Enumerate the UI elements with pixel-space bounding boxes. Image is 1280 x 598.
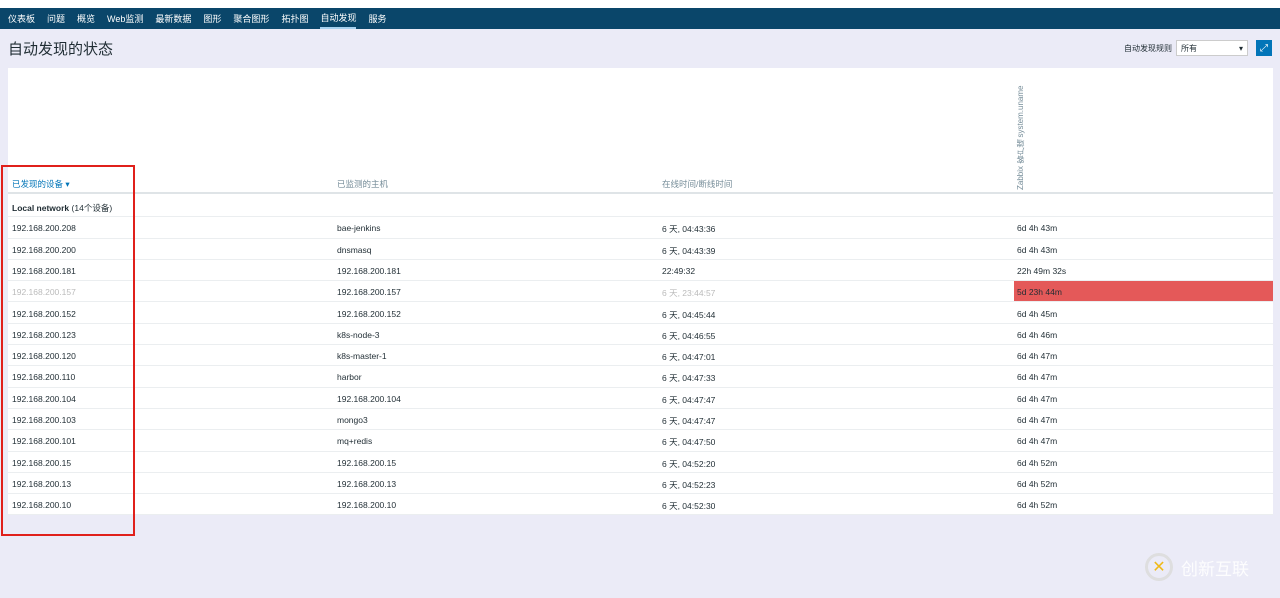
discovery-rule-select[interactable]: 所有 ▾ xyxy=(1176,40,1248,56)
col-uptime: 在线时间/断线时间 xyxy=(662,179,733,189)
agent-value: 6d 4h 47m xyxy=(1017,393,1058,404)
table-row: 192.168.200.104 192.168.200.104 6 天, 04:… xyxy=(8,388,1273,409)
nav-item[interactable]: 最新数据 xyxy=(155,9,191,28)
highlight-box xyxy=(1,165,135,536)
nav-item[interactable]: 自动发现 xyxy=(320,8,357,29)
host-name: 192.168.200.104 xyxy=(337,393,401,404)
table-row: 192.168.200.157 192.168.200.157 6 天, 23:… xyxy=(8,281,1273,303)
host-name: dnsmasq xyxy=(337,244,372,255)
uptime: 6 天, 04:47:47 xyxy=(662,394,716,405)
uptime: 6 天, 04:47:01 xyxy=(662,352,716,363)
fullscreen-icon: ⤢ xyxy=(1260,42,1268,54)
uptime: 6 天, 04:45:44 xyxy=(662,309,716,320)
table-row: 192.168.200.103 mongo3 6 天, 04:47:47 6d … xyxy=(8,409,1273,431)
col-zabbix-agent: Zabbix 客户端 system.uname xyxy=(1016,85,1025,190)
agent-value: 22h 49m 32s xyxy=(1017,265,1067,276)
table-row: 192.168.200.120 k8s-master-1 6 天, 04:47:… xyxy=(8,345,1273,367)
uptime: 6 天, 23:44:57 xyxy=(662,288,716,299)
watermark-logo: ✕ 创新互联 xyxy=(1145,553,1249,581)
host-name: 192.168.200.181 xyxy=(337,265,401,276)
nav-item[interactable]: 问题 xyxy=(47,9,65,28)
nav-item[interactable]: 聚合图形 xyxy=(233,9,269,28)
discovery-table: 已发现的设备 ▾ 已监测的主机 在线时间/断线时间 Zabbix 客户端 sys… xyxy=(8,68,1273,516)
agent-value: 6d 4h 52m xyxy=(1017,478,1058,489)
nav-item[interactable]: Web监测 xyxy=(107,9,143,28)
agent-value: 6d 4h 47m xyxy=(1017,415,1058,425)
host-name: 192.168.200.152 xyxy=(337,308,401,319)
uptime: 6 天, 04:52:30 xyxy=(662,501,716,512)
uptime: 6 天, 04:43:39 xyxy=(662,245,716,256)
agent-value: 6d 4h 45m xyxy=(1017,308,1058,319)
nav-item[interactable]: 拓扑图 xyxy=(281,9,308,28)
table-row: 192.168.200.15 192.168.200.15 6 天, 04:52… xyxy=(8,452,1273,473)
group-row: Local network (14个设备) xyxy=(8,196,1273,218)
select-value: 所有 xyxy=(1181,43,1197,53)
table-row: 192.168.200.13 192.168.200.13 6 天, 04:52… xyxy=(8,473,1273,495)
host-name: k8s-master-1 xyxy=(337,351,387,362)
host-name: mq+redis xyxy=(337,436,373,447)
agent-value: 6d 4h 43m xyxy=(1017,244,1058,255)
host-name: harbor xyxy=(337,372,362,383)
agent-value: 6d 4h 47m xyxy=(1017,372,1058,383)
nav-item[interactable]: 服务 xyxy=(368,9,386,28)
uptime: 6 天, 04:46:55 xyxy=(662,330,716,341)
host-name: 192.168.200.10 xyxy=(337,500,397,511)
uptime: 6 天, 04:43:36 xyxy=(662,224,716,235)
main-nav: 仪表板 问题 概览 Web监测 最新数据 图形 聚合图形 拓扑图 自动发现 服务 xyxy=(0,8,1280,29)
fullscreen-button[interactable]: ⤢ xyxy=(1256,40,1272,56)
table-header: 已发现的设备 ▾ 已监测的主机 在线时间/断线时间 Zabbix 客户端 sys… xyxy=(8,68,1273,194)
host-name: 192.168.200.15 xyxy=(337,457,397,468)
uptime: 6 天, 04:52:23 xyxy=(662,479,716,490)
page-header: 自动发现的状态 自动发现规则 所有 ▾ ⤢ xyxy=(0,29,1280,67)
nav-item[interactable]: 概览 xyxy=(77,9,95,28)
agent-value: 6d 4h 47m xyxy=(1017,436,1058,447)
agent-value: 5d 23h 44m xyxy=(1017,287,1062,298)
logo-icon: ✕ xyxy=(1145,553,1173,581)
nav-item[interactable]: 图形 xyxy=(203,9,221,28)
uptime: 22:49:32 xyxy=(662,265,696,276)
agent-value: 6d 4h 43m xyxy=(1017,223,1058,234)
uptime: 6 天, 04:47:33 xyxy=(662,373,716,384)
table-row: 192.168.200.208 bae-jenkins 6 天, 04:43:3… xyxy=(8,217,1273,239)
uptime: 6 天, 04:47:50 xyxy=(662,437,716,448)
dropdown-arrow-icon: ▾ xyxy=(1238,43,1243,53)
agent-value: 6d 4h 52m xyxy=(1017,457,1058,468)
col-monitored-host: 已监测的主机 xyxy=(337,179,389,189)
table-row: 192.168.200.181 192.168.200.181 22:49:32… xyxy=(8,260,1273,282)
host-name: bae-jenkins xyxy=(337,223,381,234)
table-row: 192.168.200.101 mq+redis 6 天, 04:47:50 6… xyxy=(8,430,1273,452)
host-name: 192.168.200.157 xyxy=(337,287,401,298)
table-row: 192.168.200.152 192.168.200.152 6 天, 04:… xyxy=(8,303,1273,324)
filter-label: 自动发现规则 xyxy=(1124,43,1172,53)
agent-value: 6d 4h 52m xyxy=(1017,500,1058,511)
uptime: 6 天, 04:47:47 xyxy=(662,416,716,426)
watermark-text: 创新互联 xyxy=(1181,559,1249,579)
agent-value: 6d 4h 46m xyxy=(1017,329,1058,340)
host-name: 192.168.200.13 xyxy=(337,478,397,489)
table-row: 192.168.200.10 192.168.200.10 6 天, 04:52… xyxy=(8,494,1273,516)
page-title: 自动发现的状态 xyxy=(8,40,114,58)
table-row: 192.168.200.110 harbor 6 天, 04:47:33 6d … xyxy=(8,366,1273,388)
top-strip xyxy=(0,0,1280,8)
host-name: k8s-node-3 xyxy=(337,329,380,340)
table-row: 192.168.200.200 dnsmasq 6 天, 04:43:39 6d… xyxy=(8,239,1273,260)
agent-value: 6d 4h 47m xyxy=(1017,351,1058,362)
nav-item[interactable]: 仪表板 xyxy=(8,9,35,28)
uptime: 6 天, 04:52:20 xyxy=(662,458,716,469)
table-row: 192.168.200.123 k8s-node-3 6 天, 04:46:55… xyxy=(8,324,1273,346)
host-name: mongo3 xyxy=(337,415,368,425)
